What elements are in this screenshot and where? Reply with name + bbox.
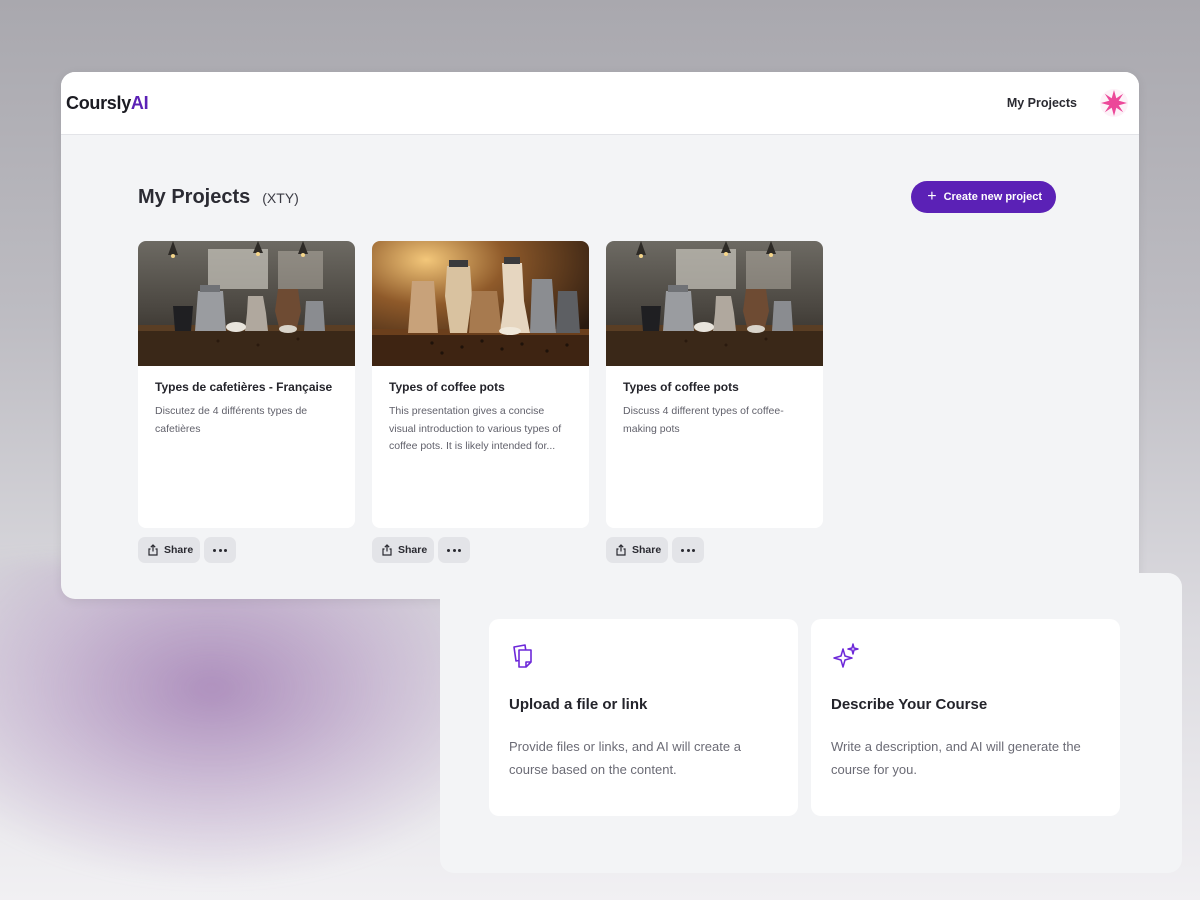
project-card-column: Types of coffee pots Discuss 4 different… bbox=[606, 241, 823, 563]
share-icon bbox=[148, 544, 158, 556]
create-options-panel: Upload a file or link Provide files or l… bbox=[440, 573, 1182, 873]
files-icon bbox=[513, 644, 532, 668]
share-button[interactable]: Share bbox=[606, 537, 669, 563]
page-subtitle: (XTY) bbox=[262, 189, 299, 206]
project-card-column: Types of coffee pots This presentation g… bbox=[372, 241, 589, 563]
pink-star-avatar-icon bbox=[1100, 89, 1128, 117]
top-bar: Coursly AI My Projects bbox=[61, 72, 1139, 135]
logo-text: Coursly bbox=[66, 92, 131, 113]
card-actions: Share bbox=[606, 537, 823, 563]
option-description: Write a description, and AI will generat… bbox=[831, 739, 1081, 777]
share-button[interactable]: Share bbox=[138, 537, 201, 563]
project-card[interactable]: Types of coffee pots Discuss 4 different… bbox=[606, 241, 823, 528]
project-title: Types of coffee pots bbox=[389, 380, 505, 394]
option-title: Upload a file or link bbox=[509, 696, 648, 713]
project-description: Discuss 4 different types of coffee-maki… bbox=[623, 405, 784, 435]
option-title: Describe Your Course bbox=[831, 696, 988, 713]
project-description: Discutez de 4 différents types de cafeti… bbox=[155, 405, 308, 435]
top-nav: My Projects bbox=[1007, 88, 1129, 118]
card-body: Types of coffee pots Discuss 4 different… bbox=[606, 366, 823, 452]
more-options-button[interactable] bbox=[204, 537, 237, 563]
title-wrap: My Projects (XTY) bbox=[138, 186, 299, 209]
share-label: Share bbox=[632, 544, 662, 556]
card-body: Types de cafetières - Française Discutez… bbox=[138, 366, 355, 452]
more-dots-icon bbox=[681, 548, 696, 552]
card-body: Types of coffee pots This presentation g… bbox=[372, 366, 589, 470]
project-card[interactable]: Types of coffee pots This presentation g… bbox=[372, 241, 589, 528]
more-dots-icon bbox=[213, 548, 228, 552]
share-label: Share bbox=[398, 544, 428, 556]
logo-accent: AI bbox=[130, 92, 149, 113]
more-options-button[interactable] bbox=[672, 537, 705, 563]
project-title: Types de cafetières - Française bbox=[155, 380, 333, 394]
describe-course-option[interactable]: Describe Your Course Write a description… bbox=[811, 619, 1120, 816]
project-card-column: Types de cafetières - Française Discutez… bbox=[138, 241, 355, 563]
option-description: Provide files or links, and AI will crea… bbox=[509, 739, 741, 777]
share-icon bbox=[616, 544, 626, 556]
page-header: My Projects (XTY) + Create new project bbox=[138, 181, 1056, 213]
coffee-kitchen-image bbox=[138, 241, 355, 366]
share-label: Share bbox=[164, 544, 194, 556]
main-content: My Projects (XTY) + Create new project T… bbox=[61, 181, 1139, 563]
more-options-button[interactable] bbox=[438, 537, 471, 563]
share-button[interactable]: Share bbox=[372, 537, 435, 563]
coffee-pots-warm-image bbox=[372, 241, 589, 366]
upload-file-option[interactable]: Upload a file or link Provide files or l… bbox=[489, 619, 798, 816]
sparkles-icon bbox=[833, 643, 859, 668]
more-dots-icon bbox=[447, 548, 462, 552]
share-icon bbox=[382, 544, 392, 556]
coffee-kitchen-image bbox=[606, 241, 823, 366]
app-logo[interactable]: Coursly AI bbox=[66, 92, 149, 114]
project-card[interactable]: Types de cafetières - Française Discutez… bbox=[138, 241, 355, 528]
create-project-button[interactable]: + Create new project bbox=[911, 181, 1056, 213]
card-actions: Share bbox=[138, 537, 355, 563]
nav-my-projects[interactable]: My Projects bbox=[1007, 96, 1077, 110]
create-project-label: Create new project bbox=[943, 191, 1042, 203]
plus-icon: + bbox=[927, 187, 937, 205]
project-description: This presentation gives a concise visual… bbox=[389, 405, 562, 452]
project-grid: Types de cafetières - Française Discutez… bbox=[138, 241, 1139, 563]
avatar[interactable] bbox=[1099, 88, 1129, 118]
project-title: Types of coffee pots bbox=[623, 380, 739, 394]
app-window: Coursly AI My Projects My Projects (XTY)… bbox=[61, 72, 1139, 599]
card-actions: Share bbox=[372, 537, 589, 563]
page-title: My Projects bbox=[138, 185, 251, 208]
